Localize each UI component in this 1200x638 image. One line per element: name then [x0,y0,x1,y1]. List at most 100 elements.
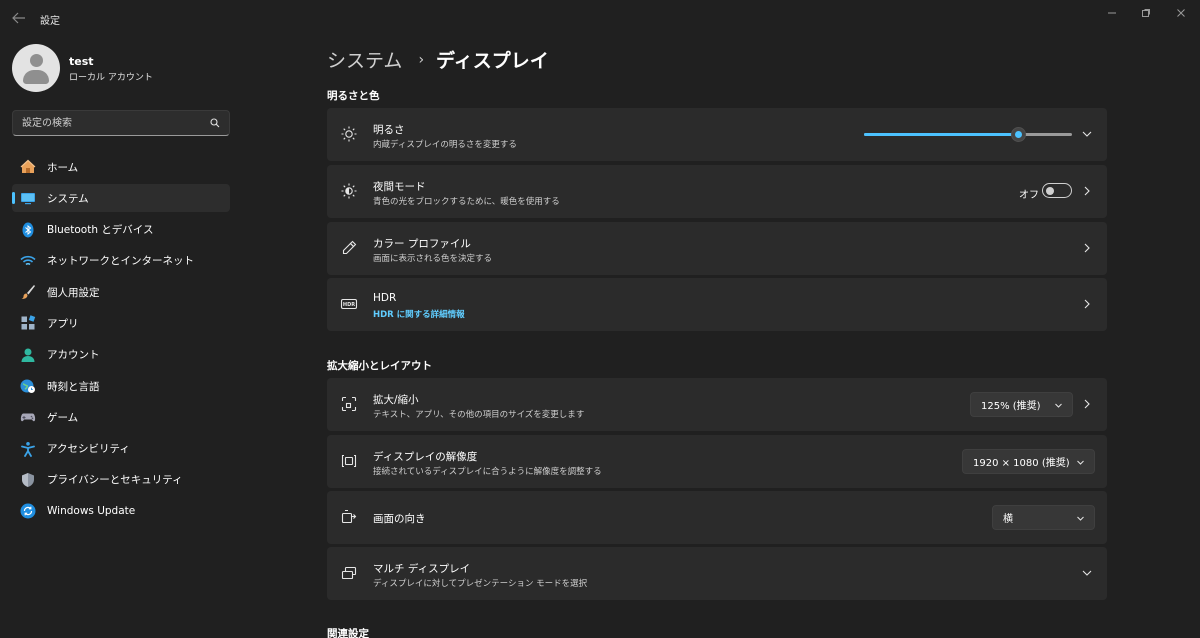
hdr-card[interactable]: HDR HDR HDR に関する詳細情報 [327,278,1107,331]
multi-display-title: マルチ ディスプレイ [373,563,471,575]
app-title: 設定 [40,16,60,27]
chevron-down-icon [1077,460,1084,465]
chevron-right-icon[interactable] [1081,242,1093,254]
sidebar-item-bluetooth[interactable]: Bluetooth とデバイス [12,216,230,244]
sidebar-item-privacy-security[interactable]: プライバシーとセキュリティ [12,466,230,494]
sidebar-item-system[interactable]: システム [12,184,230,213]
back-arrow-icon[interactable] [10,10,28,26]
apps-icon [21,315,36,330]
color-profile-title: カラー プロファイル [373,238,471,250]
chevron-down-icon[interactable] [1081,567,1093,579]
sidebar-item-apps[interactable]: アプリ [12,309,230,337]
sidebar-item-windows-update[interactable]: Windows Update [12,497,230,525]
scale-title: 拡大/縮小 [373,394,419,406]
night-light-state-label: オフ [1019,190,1039,201]
section-title-brightness-color: 明るさと色 [327,90,380,102]
sidebar-item-label: アクセシビリティ [47,443,130,456]
orientation-dropdown-value: 横 [1003,514,1013,525]
sidebar-item-label: ネットワークとインターネット [47,255,194,268]
avatar-body [23,70,49,84]
globe-clock-icon [20,379,35,394]
sidebar-item-accounts[interactable]: アカウント [12,341,230,369]
sidebar-item-personalization[interactable]: 個人用設定 [12,278,230,306]
chevron-right-icon[interactable] [1081,298,1093,310]
avatar-head [30,54,43,67]
sidebar-item-label: ゲーム [47,411,79,424]
resolution-dropdown-value: 1920 × 1080 (推奨) [973,458,1070,469]
night-light-subtitle: 青色の光をブロックするために、暖色を使用する [373,197,560,207]
page-title: ディスプレイ [436,50,549,72]
account-icon [21,348,35,362]
eyedropper-icon [342,240,357,255]
search-input[interactable] [13,111,203,135]
sidebar-item-label: Bluetooth とデバイス [47,224,154,237]
brightness-title: 明るさ [373,124,405,136]
scale-subtitle: テキスト、アプリ、その他の項目のサイズを変更します [373,410,585,420]
sidebar-item-label: アプリ [47,317,79,330]
sidebar-item-network[interactable]: ネットワークとインターネット [12,247,230,275]
sidebar-item-home[interactable]: ホーム [12,153,230,181]
sidebar-item-label: 個人用設定 [47,286,100,299]
night-light-card[interactable]: 夜間モード 青色の光をブロックするために、暖色を使用する オフ [327,165,1107,218]
brightness-slider[interactable] [864,127,1072,142]
home-icon [20,159,36,173]
brush-icon [21,285,35,300]
title-bar: 設定 [0,0,1200,36]
minimize-button[interactable] [1097,4,1127,22]
close-button[interactable] [1166,4,1196,22]
sidebar-item-time-language[interactable]: 時刻と言語 [12,372,230,400]
brightness-slider-thumb[interactable] [1011,127,1026,142]
orientation-card[interactable]: 画面の向き 横 [327,491,1107,544]
brightness-card[interactable]: 明るさ 内蔵ディスプレイの明るさを変更する [327,108,1107,161]
search-box[interactable] [12,110,230,136]
orientation-icon [341,509,357,524]
gamepad-icon [20,413,36,422]
sidebar-item-label: ホーム [47,161,79,174]
hdr-icon: HDR [340,298,358,310]
sidebar-item-accessibility[interactable]: アクセシビリティ [12,435,230,463]
sidebar-item-label: Windows Update [47,505,136,518]
brightness-slider-fill [864,133,1018,136]
multi-display-subtitle: ディスプレイに対してプレゼンテーション モードを選択 [373,579,588,589]
avatar[interactable] [12,44,60,92]
orientation-dropdown[interactable]: 横 [992,505,1095,530]
resolution-card[interactable]: ディスプレイの解像度 接続されているディスプレイに合うように解像度を調整する 1… [327,435,1107,488]
resolution-title: ディスプレイの解像度 [373,451,478,463]
svg-text:HDR: HDR [343,302,355,308]
night-light-icon [341,183,357,199]
profile-account-type: ローカル アカウント [69,73,153,83]
maximize-button[interactable] [1131,4,1161,22]
chevron-right-icon[interactable] [1081,185,1093,197]
bluetooth-icon [22,222,34,238]
scale-dropdown[interactable]: 125% (推奨) [970,392,1073,417]
resolution-subtitle: 接続されているディスプレイに合うように解像度を調整する [373,467,602,477]
hdr-learn-more-link[interactable]: HDR に関する詳細情報 [373,308,465,320]
sidebar-item-label: システム [47,192,89,205]
brightness-subtitle: 内蔵ディスプレイの明るさを変更する [373,140,517,150]
night-light-title: 夜間モード [373,181,426,193]
sidebar-nav: ホーム システム Bluetooth とデバイス ネットワークとインターネット … [12,153,230,529]
sidebar-item-label: アカウント [47,349,100,362]
breadcrumb-parent[interactable]: システム [327,46,402,73]
sidebar-item-label: 時刻と言語 [47,380,100,393]
multi-display-icon [341,566,357,580]
resolution-dropdown[interactable]: 1920 × 1080 (推奨) [962,449,1095,474]
chevron-down-icon[interactable] [1081,128,1093,140]
chevron-right-icon[interactable] [1081,398,1093,410]
scale-card[interactable]: 拡大/縮小 テキスト、アプリ、その他の項目のサイズを変更します 125% (推奨… [327,378,1107,431]
wifi-icon [20,255,36,266]
section-title-related: 関連設定 [327,628,369,638]
color-profile-subtitle: 画面に表示される色を決定する [373,254,493,264]
chevron-down-icon [1055,403,1062,408]
scale-dropdown-value: 125% (推奨) [981,401,1041,412]
multi-display-card[interactable]: マルチ ディスプレイ ディスプレイに対してプレゼンテーション モードを選択 [327,547,1107,600]
orientation-title: 画面の向き [373,513,426,525]
color-profile-card[interactable]: カラー プロファイル 画面に表示される色を決定する [327,222,1107,275]
breadcrumb-separator: › [418,51,425,68]
night-light-toggle[interactable] [1042,183,1072,198]
search-icon[interactable] [210,118,220,128]
update-icon [20,503,36,519]
resolution-icon [341,454,357,468]
accessibility-icon [21,441,35,457]
sidebar-item-gaming[interactable]: ゲーム [12,403,230,431]
